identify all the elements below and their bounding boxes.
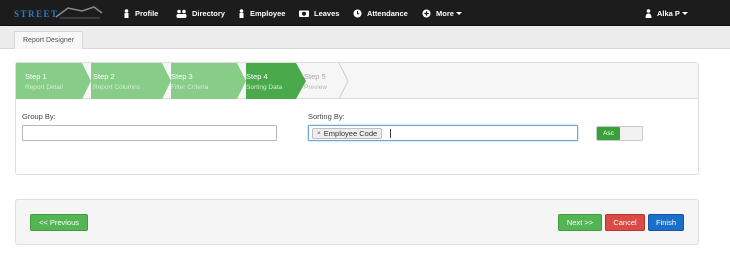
user-name: Alka P: [657, 8, 680, 18]
step-2[interactable]: Step 2 Report Columns: [91, 63, 162, 99]
nav-profile[interactable]: Profile: [123, 0, 158, 26]
nav-leaves-label: Leaves: [314, 8, 340, 18]
nav-profile-label: Profile: [135, 8, 159, 18]
tab-report-designer[interactable]: Report Designer: [14, 31, 83, 49]
sorting-by-input[interactable]: × Employee Code: [308, 125, 578, 141]
chevron-down-icon: [681, 11, 688, 15]
next-button[interactable]: Next >>: [558, 214, 602, 231]
sorting-by-label: Sorting By:: [308, 112, 345, 121]
wizard-steps: Step 1 Report Detail Step 2 Report Colum…: [16, 63, 698, 99]
nav-more-label: More: [436, 8, 454, 18]
step-1-subtitle: Report Detail: [25, 83, 63, 91]
group-by-input[interactable]: [22, 125, 277, 141]
wizard-footer-panel: << Previous Next >> Cancel Finish: [15, 199, 699, 245]
person-icon: [239, 8, 244, 18]
previous-button[interactable]: << Previous: [30, 214, 88, 231]
top-navbar: STREET Profile Directory Employee Leaves…: [0, 0, 730, 26]
nav-employee-label: Employee: [250, 8, 286, 18]
step-3-subtitle: Filter Criteria: [171, 83, 209, 91]
step-4-subtitle: Sorting Data: [246, 83, 283, 91]
logo-emblem-icon: [55, 6, 103, 19]
report-wizard-panel: Step 1 Report Detail Step 2 Report Colum…: [15, 62, 699, 175]
remove-tag-icon[interactable]: ×: [317, 130, 321, 137]
sorting-tag[interactable]: × Employee Code: [312, 128, 383, 139]
cancel-button[interactable]: Cancel: [605, 214, 645, 231]
person-icon: [124, 8, 129, 18]
clock-icon: [353, 9, 362, 17]
nav-attendance-label: Attendance: [367, 8, 408, 18]
user-menu[interactable]: Alka P: [645, 0, 688, 26]
step-1[interactable]: Step 1 Report Detail: [16, 63, 82, 99]
nav-directory[interactable]: Directory: [176, 0, 225, 26]
step-3-title: Step 3: [171, 71, 193, 81]
step-3[interactable]: Step 3 Filter Criteria: [171, 63, 237, 99]
step-divider: [82, 63, 91, 99]
nav-leaves[interactable]: Leaves: [299, 0, 339, 26]
camera-icon: [299, 10, 309, 17]
sort-order-asc: Asc: [597, 127, 620, 140]
step-1-title: Step 1: [25, 71, 47, 81]
group-icon: [176, 9, 187, 18]
step-divider: [237, 63, 246, 99]
nav-attendance[interactable]: Attendance: [353, 0, 408, 26]
step-4[interactable]: Step 4 Sorting Data: [246, 63, 296, 99]
nav-employee[interactable]: Employee: [238, 0, 285, 26]
chevron-down-icon: [455, 11, 462, 15]
step-2-title: Step 2: [93, 71, 115, 81]
nav-more-dropdown[interactable]: More: [422, 0, 462, 26]
step-divider: [338, 63, 349, 99]
plus-circle-icon: [422, 9, 431, 17]
step-divider: [162, 63, 171, 99]
group-by-label: Group By:: [22, 112, 56, 121]
sort-order-toggle[interactable]: Asc: [596, 126, 643, 141]
nav-directory-label: Directory: [192, 8, 225, 18]
sorting-tag-label: Employee Code: [323, 129, 378, 138]
brand-logo[interactable]: STREET: [14, 5, 104, 21]
sub-navbar: Report Designer: [0, 26, 730, 49]
step-2-subtitle: Report Columns: [93, 83, 140, 91]
user-icon: [645, 8, 652, 18]
finish-button[interactable]: Finish: [648, 214, 684, 231]
brand-logo-text: STREET: [14, 9, 59, 19]
step-4-title: Step 4: [246, 71, 268, 81]
text-cursor: [390, 129, 391, 138]
